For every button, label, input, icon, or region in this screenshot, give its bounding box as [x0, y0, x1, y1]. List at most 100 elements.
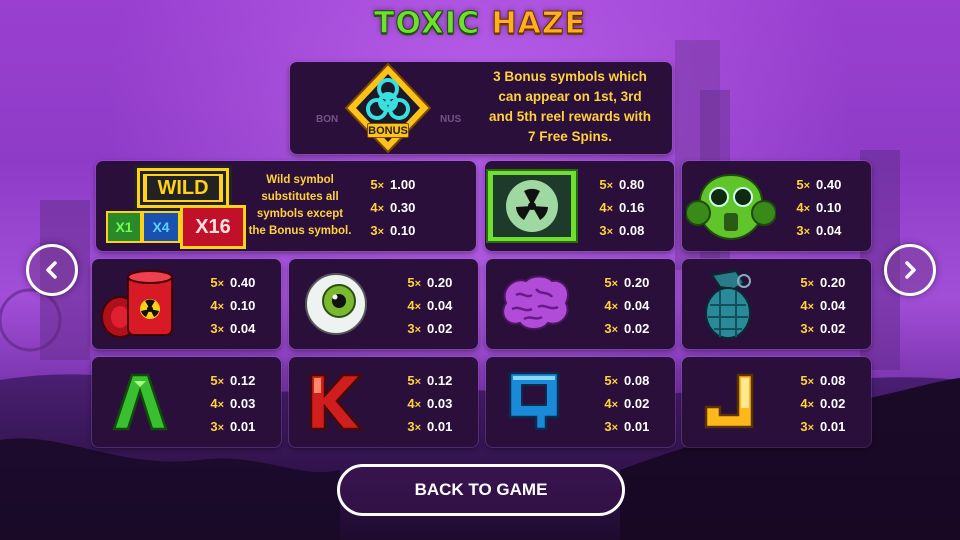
paytable-card-letter-k: 5× 0.12 4× 0.03 3× 0.01: [289, 357, 478, 447]
pay-row: 3× 0.02: [399, 318, 461, 341]
pay-count: 3×: [370, 223, 384, 238]
pay-count: 3×: [599, 223, 613, 238]
pay-value: 0.01: [230, 419, 256, 434]
pay-count: 5×: [796, 177, 810, 192]
pay-row: 4× 0.10: [788, 197, 850, 220]
pay-row: 4× 0.02: [792, 393, 854, 416]
pay-count: 4×: [210, 396, 224, 411]
pay-count: 5×: [604, 275, 618, 290]
paytable-card-radiation: 5× 0.80 4× 0.16 3× 0.08: [485, 161, 674, 251]
pay-row: 4× 0.04: [792, 295, 854, 318]
bonus-description-line: and 5th reel rewards with: [488, 109, 652, 124]
pay-value: 0.04: [816, 223, 842, 238]
pay-row: 5× 0.20: [792, 272, 854, 295]
pay-row: 5× 0.08: [792, 370, 854, 393]
bonus-panel: BON NUS BONUS 3 Bonus symbols which can …: [290, 62, 672, 154]
pay-count: 4×: [370, 200, 384, 215]
grenade-icon: [705, 269, 751, 339]
pay-count: 4×: [800, 298, 814, 313]
pay-value: 0.12: [230, 373, 256, 388]
gas-mask-icon: [686, 173, 776, 241]
wild-description-line: the Bonus symbol.: [248, 225, 352, 237]
pay-value: 0.04: [820, 298, 846, 313]
pay-count: 3×: [604, 321, 618, 336]
pay-count: 5×: [604, 373, 618, 388]
pay-value: 0.02: [624, 321, 650, 336]
wild-badge-label: WILD: [147, 176, 219, 200]
pay-row: 3× 0.04: [788, 220, 850, 243]
wild-multiplier-x1: X1: [106, 211, 142, 243]
pay-count: 4×: [604, 298, 618, 313]
pay-count: 3×: [604, 419, 618, 434]
paytable-card-letter-a: 5× 0.12 4× 0.03 3× 0.01: [92, 357, 281, 447]
pay-row: 3× 0.02: [596, 318, 658, 341]
pay-value: 0.40: [816, 177, 842, 192]
pay-count: 3×: [800, 419, 814, 434]
pay-value: 0.08: [619, 223, 645, 238]
pay-row: 4× 0.10: [202, 295, 264, 318]
bonus-description-line: 7 Free Spins.: [527, 129, 613, 144]
pay-row: 3× 0.01: [596, 416, 658, 439]
pay-row: 4× 0.03: [399, 393, 461, 416]
paytable-values: 5× 0.12 4× 0.03 3× 0.01: [399, 370, 461, 439]
pay-value: 0.20: [820, 275, 846, 290]
pay-row: 4× 0.04: [596, 295, 658, 318]
pay-count: 5×: [800, 373, 814, 388]
pay-value: 0.20: [427, 275, 453, 290]
paytable-values: 5× 0.08 4× 0.02 3× 0.01: [792, 370, 854, 439]
paytable-values: 5× 0.08 4× 0.02 3× 0.01: [596, 370, 658, 439]
pay-value: 0.01: [820, 419, 846, 434]
pay-count: 4×: [800, 396, 814, 411]
pay-row: 4× 0.03: [202, 393, 264, 416]
bonus-description: 3 Bonus symbols which can appear on 1st,…: [470, 67, 670, 147]
pay-count: 4×: [407, 298, 421, 313]
pay-value: 0.10: [390, 223, 416, 238]
pay-value: 1.00: [390, 177, 416, 192]
paytable-values: 5× 0.40 4× 0.10 3× 0.04: [202, 272, 264, 341]
pay-value: 0.40: [230, 275, 256, 290]
pay-row: 5× 0.20: [399, 272, 461, 295]
toxic-barrels-icon: [101, 270, 173, 338]
pay-count: 5×: [370, 177, 384, 192]
pay-count: 3×: [210, 321, 224, 336]
pay-value: 0.02: [427, 321, 453, 336]
pay-count: 4×: [407, 396, 421, 411]
pay-row: 5× 0.12: [399, 370, 461, 393]
pay-value: 0.12: [427, 373, 453, 388]
pay-count: 3×: [407, 321, 421, 336]
pay-value: 0.30: [390, 200, 416, 215]
pay-value: 0.04: [624, 298, 650, 313]
letter-k-icon: [309, 373, 363, 431]
pay-count: 3×: [407, 419, 421, 434]
paytable-card-grenade: 5× 0.20 4× 0.04 3× 0.02: [682, 259, 871, 349]
pay-row: 3× 0.01: [399, 416, 461, 439]
pay-value: 0.10: [816, 200, 842, 215]
bonus-description-line: can appear on 1st, 3rd: [498, 89, 642, 104]
pay-row: 5× 0.08: [596, 370, 658, 393]
pay-row: 3× 0.02: [792, 318, 854, 341]
pay-row: 3× 0.10: [362, 220, 424, 243]
wild-description-line: symbols except: [256, 208, 344, 220]
pay-count: 5×: [800, 275, 814, 290]
paytable-values: 5× 0.20 4× 0.04 3× 0.02: [399, 272, 461, 341]
pay-count: 4×: [604, 396, 618, 411]
paytable-values: 5× 0.20 4× 0.04 3× 0.02: [596, 272, 658, 341]
pay-value: 0.10: [230, 298, 256, 313]
next-page-button[interactable]: [884, 244, 936, 296]
pay-row: 5× 0.80: [591, 174, 653, 197]
wild-icon: WILD X1 X4 X16: [104, 165, 246, 249]
pay-value: 0.16: [619, 200, 645, 215]
pay-row: 4× 0.16: [591, 197, 653, 220]
pay-value: 0.01: [624, 419, 650, 434]
biohazard-bonus-icon: [344, 62, 432, 154]
eyeball-icon: [305, 273, 367, 335]
pay-count: 4×: [210, 298, 224, 313]
back-to-game-button[interactable]: BACK TO GAME: [337, 464, 625, 516]
wild-description-line: Wild symbol: [266, 174, 334, 186]
pay-row: 4× 0.04: [399, 295, 461, 318]
bonus-badge-label: BONUS: [367, 123, 409, 138]
bonus-description-line: 3 Bonus symbols which: [493, 69, 647, 84]
pay-count: 3×: [210, 419, 224, 434]
chevron-right-icon: [905, 261, 916, 279]
previous-page-button[interactable]: [26, 244, 78, 296]
